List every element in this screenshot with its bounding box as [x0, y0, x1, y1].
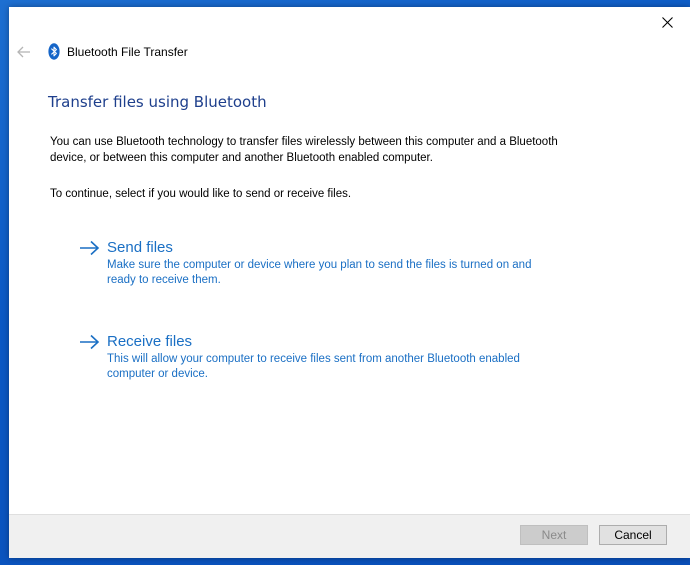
send-files-description[interactable]: Make sure the computer or device where y… [107, 258, 557, 288]
close-icon [661, 16, 673, 28]
back-button[interactable] [16, 44, 32, 60]
receive-files-title[interactable]: Receive files [107, 332, 557, 351]
cancel-button[interactable]: Cancel [599, 525, 667, 545]
page-heading: Transfer files using Bluetooth [48, 93, 267, 111]
bluetooth-icon [48, 43, 60, 60]
send-files-option[interactable]: Send files Make sure the computer or dev… [79, 238, 557, 288]
intro-text: You can use Bluetooth technology to tran… [50, 136, 558, 164]
arrow-right-icon [80, 334, 100, 350]
instruction-text: To continue, select if you would like to… [50, 188, 352, 200]
back-arrow-icon [17, 46, 30, 58]
window-title: Bluetooth File Transfer [67, 45, 188, 59]
send-files-title[interactable]: Send files [107, 238, 557, 257]
receive-files-description[interactable]: This will allow your computer to receive… [107, 352, 557, 382]
footer-bar: Next Cancel [9, 514, 690, 558]
arrow-right-icon [80, 240, 100, 256]
receive-files-option[interactable]: Receive files This will allow your compu… [79, 332, 557, 382]
next-button[interactable]: Next [520, 525, 588, 545]
bluetooth-file-transfer-window: Bluetooth File Transfer Transfer files u… [9, 7, 690, 558]
close-button[interactable] [644, 7, 690, 37]
